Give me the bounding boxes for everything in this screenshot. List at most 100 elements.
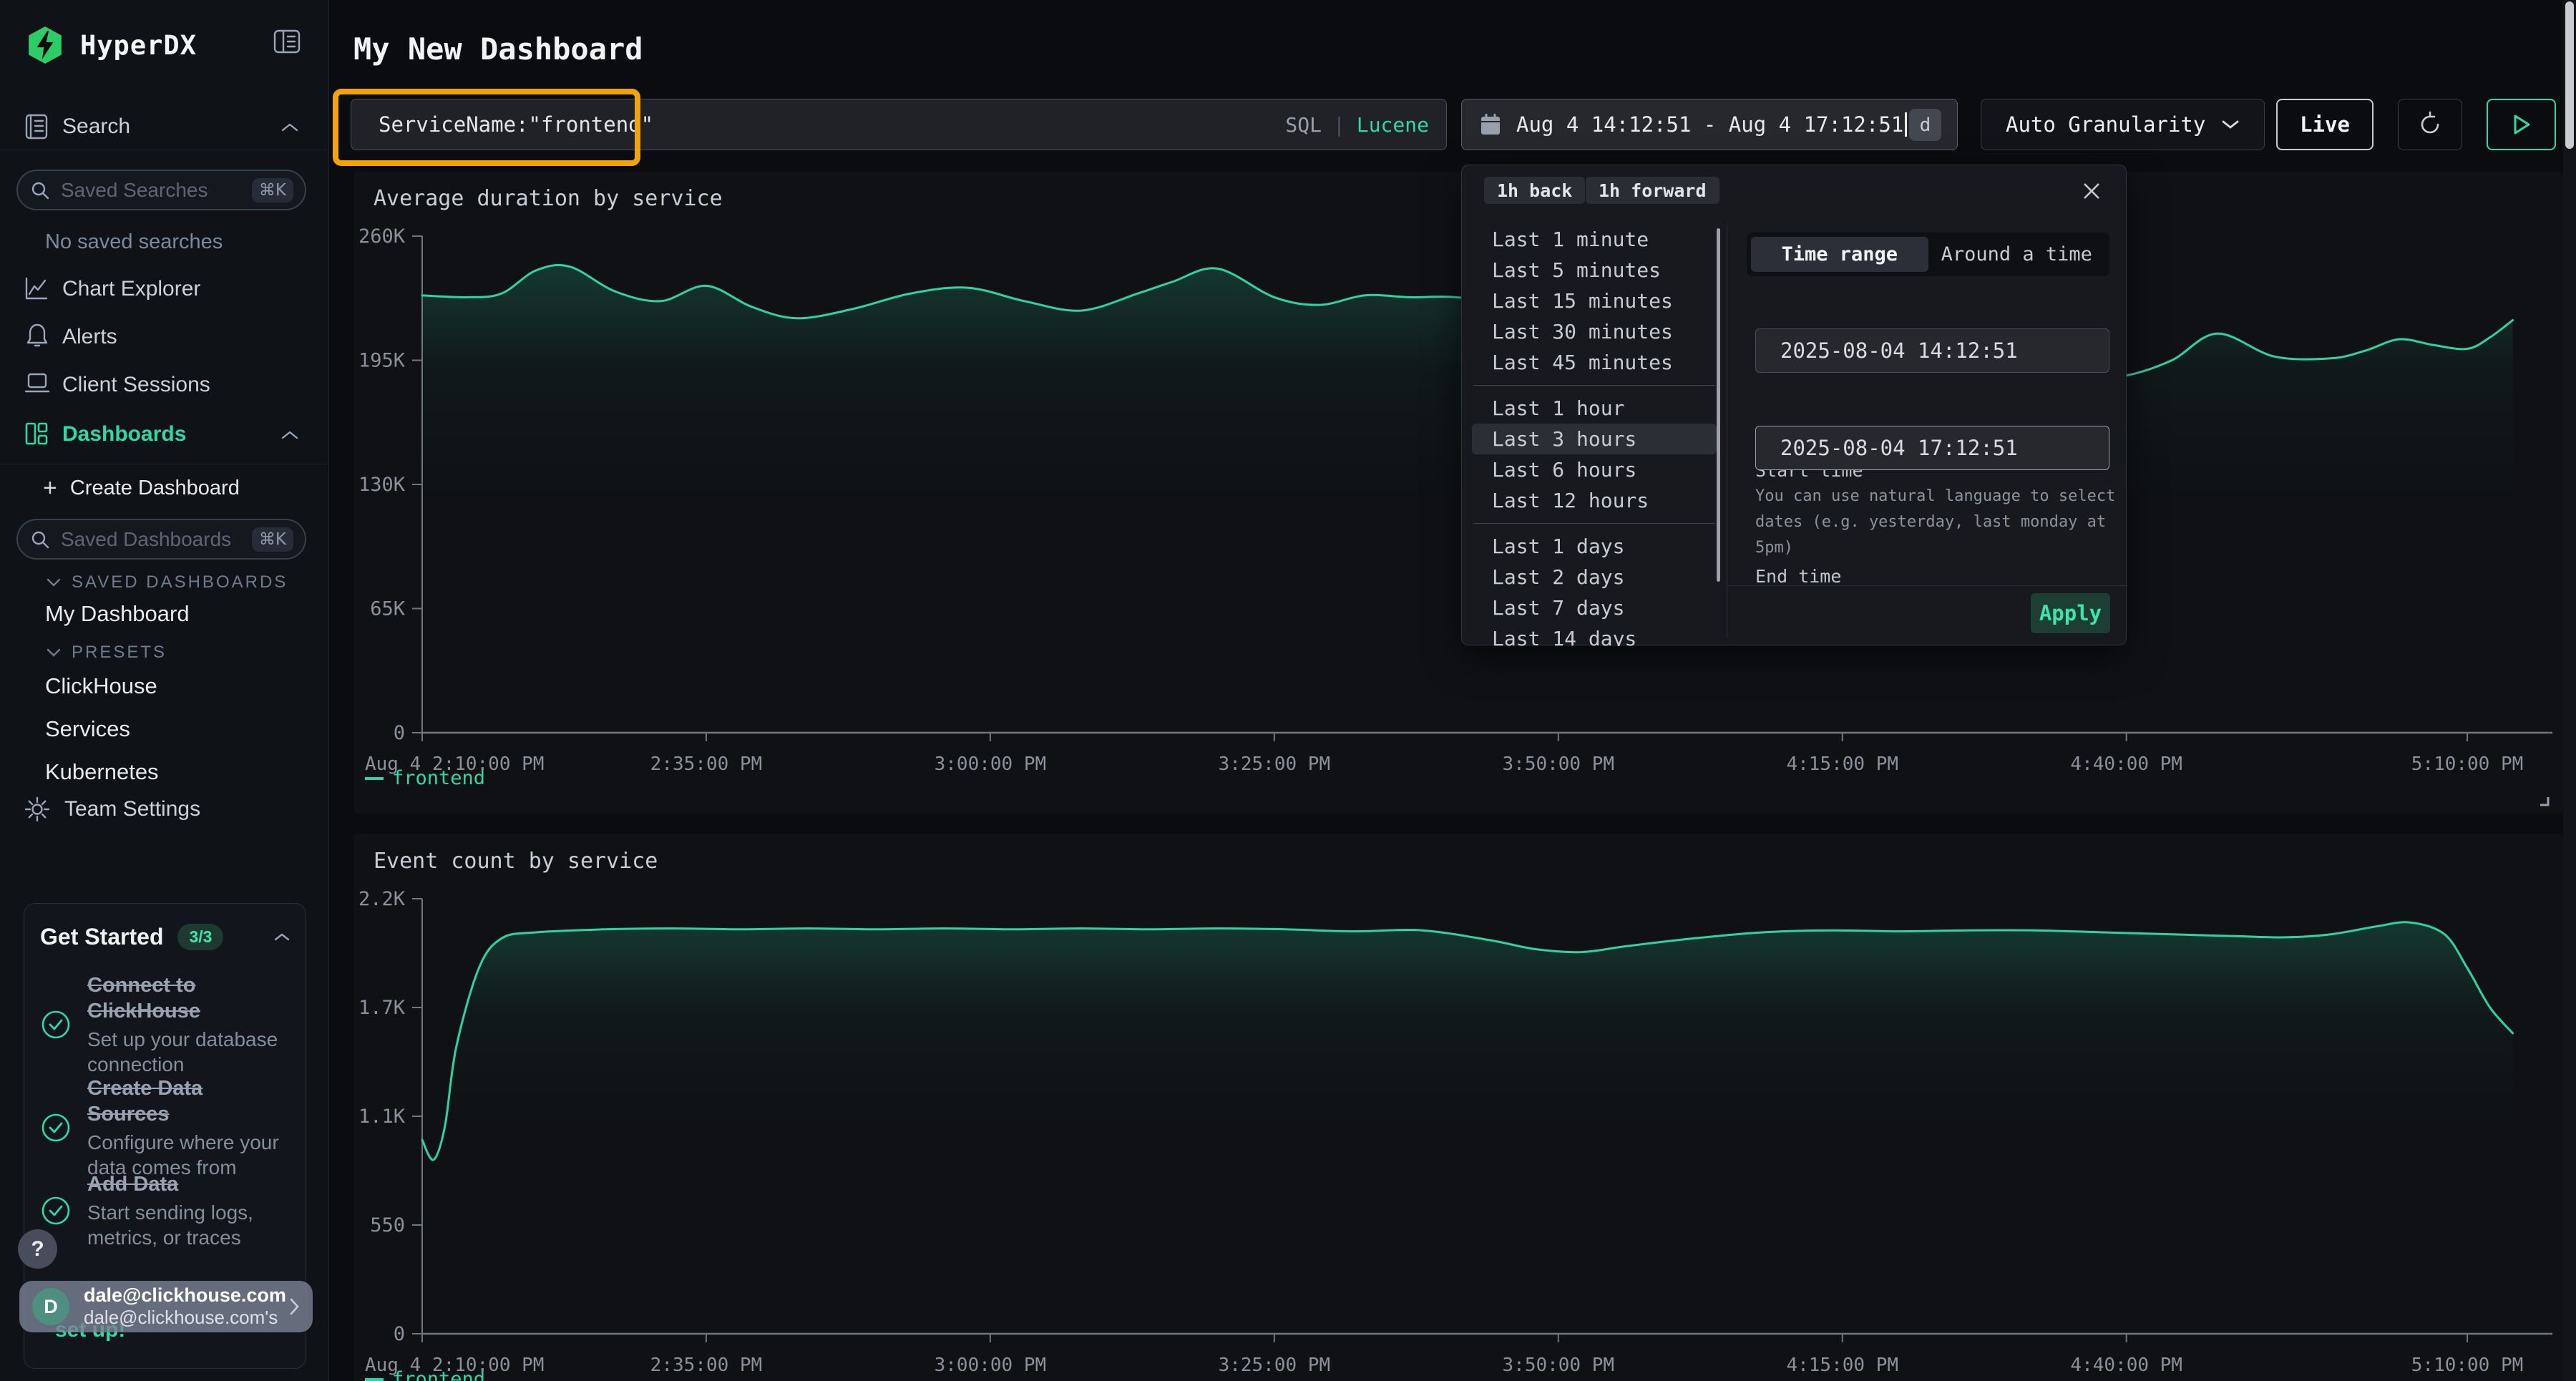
time-range-option[interactable]: Last 6 hours xyxy=(1472,454,1717,485)
saved-dashboards-input[interactable] xyxy=(61,528,252,551)
list-scrollbar-thumb[interactable] xyxy=(1717,228,1720,582)
chart-panel-events: Event count by service 2.2K1.7K1.1K5500A… xyxy=(353,834,2563,1381)
apply-button[interactable]: Apply xyxy=(2031,593,2110,633)
svg-text:5:10:00 PM: 5:10:00 PM xyxy=(2411,753,2524,775)
get-started-task[interactable]: Create Data SourcesConfigure where your … xyxy=(40,1075,291,1180)
legend-swatch xyxy=(365,777,384,780)
sidebar-item-label: Chart Explorer xyxy=(62,277,200,301)
panel-resize-handle[interactable] xyxy=(2536,793,2550,807)
no-saved-searches-note: No saved searches xyxy=(45,230,223,254)
task-check-icon xyxy=(40,1009,72,1040)
task-desc: Start sending logs, metrics, or traces xyxy=(87,1200,289,1250)
preset-dashboard-item[interactable]: Kubernetes xyxy=(45,757,159,787)
time-range-value: Aug 4 14:12:51 - Aug 4 17:12:51 xyxy=(1516,112,1903,137)
divider xyxy=(1473,385,1715,386)
svg-text:260K: 260K xyxy=(358,225,406,248)
start-time-input[interactable] xyxy=(1755,328,2109,373)
svg-text:65K: 65K xyxy=(370,598,406,620)
chart-legend[interactable]: frontend xyxy=(365,767,485,789)
chart-panel-duration: Average duration by service 260K195K130K… xyxy=(353,172,2563,814)
live-button[interactable]: Live xyxy=(2276,99,2373,150)
saved-dashboard-item[interactable]: My Dashboard xyxy=(45,601,190,627)
saved-searches-input[interactable] xyxy=(61,179,252,202)
time-range-option[interactable]: Last 7 days xyxy=(1472,592,1717,623)
svg-text:2:35:00 PM: 2:35:00 PM xyxy=(650,1355,763,1376)
get-started-task[interactable]: Add Data Start sending logs, metrics, or … xyxy=(40,1171,291,1250)
plus-icon: + xyxy=(43,476,57,500)
svg-text:130K: 130K xyxy=(358,474,406,496)
tab-around-a-time[interactable]: Around a time xyxy=(1928,237,2106,272)
section-presets[interactable]: PRESETS xyxy=(46,643,167,663)
query-input[interactable] xyxy=(351,112,1285,137)
time-range-option[interactable]: Last 14 days xyxy=(1472,623,1717,646)
app-title: HyperDX xyxy=(80,30,197,61)
svg-text:0: 0 xyxy=(394,722,405,744)
time-range-option[interactable]: Last 3 hours xyxy=(1472,424,1717,454)
presets-list: ClickHouse Services Kubernetes xyxy=(45,671,159,787)
time-range-option[interactable]: Last 1 days xyxy=(1472,531,1717,562)
svg-text:1.7K: 1.7K xyxy=(358,997,406,1019)
task-check-icon xyxy=(40,1195,72,1226)
time-range-input[interactable]: Aug 4 14:12:51 - Aug 4 17:12:51 d xyxy=(1461,99,1958,150)
sql-toggle[interactable]: SQL xyxy=(1285,113,1322,137)
sidebar-collapse-icon[interactable] xyxy=(273,29,301,54)
section-saved-dashboards[interactable]: SAVED DASHBOARDS xyxy=(46,572,288,592)
chevron-down-icon xyxy=(46,577,62,587)
events-chart-canvas[interactable]: 2.2K1.7K1.1K5500Aug 4 2:10:00 PM2:35:00 … xyxy=(353,834,2563,1381)
chart-legend[interactable]: frontend xyxy=(365,1368,485,1381)
search-journal-icon xyxy=(24,113,49,140)
sidebar-item-label: Search xyxy=(62,114,130,139)
end-time-input[interactable] xyxy=(1755,426,2109,470)
text-caret xyxy=(1905,112,1907,137)
query-bar: SQL | Lucene xyxy=(351,99,1447,150)
shift-back-button[interactable]: 1h back xyxy=(1484,177,1585,204)
preset-dashboard-item[interactable]: Services xyxy=(45,714,159,744)
user-email: dale@clickhouse.com xyxy=(84,1284,286,1307)
saved-dashboards-search[interactable]: ⌘K xyxy=(16,519,306,560)
svg-text:4:40:00 PM: 4:40:00 PM xyxy=(2070,1355,2182,1376)
page-scrollbar-thumb[interactable] xyxy=(2565,1,2574,149)
get-started-task[interactable]: Connect to ClickHouseSet up your databas… xyxy=(40,972,291,1077)
lucene-toggle[interactable]: Lucene xyxy=(1357,113,1429,137)
saved-dashboards-list: My Dashboard xyxy=(45,601,190,627)
granularity-select[interactable]: Auto Granularity xyxy=(1981,99,2265,150)
time-range-list: Last 1 minuteLast 5 minutesLast 15 minut… xyxy=(1472,224,1717,646)
hyperdx-app: HyperDX Search xyxy=(0,0,2576,1381)
close-icon[interactable] xyxy=(2080,180,2103,202)
sidebar-item-label: Team Settings xyxy=(64,797,200,821)
refresh-button[interactable] xyxy=(2398,99,2462,150)
time-range-option[interactable]: Last 5 minutes xyxy=(1472,255,1717,286)
sidebar-item-alerts[interactable]: Alerts xyxy=(0,316,329,358)
shift-forward-button[interactable]: 1h forward xyxy=(1586,177,1719,204)
time-range-option[interactable]: Last 30 minutes xyxy=(1472,316,1717,347)
duration-chart-canvas[interactable]: 260K195K130K65K0Aug 4 2:10:00 PM2:35:00 … xyxy=(353,172,2563,814)
help-button[interactable]: ? xyxy=(18,1229,57,1269)
sidebar-item-client-sessions[interactable]: Client Sessions xyxy=(0,364,329,406)
time-range-option[interactable]: Last 12 hours xyxy=(1472,485,1717,516)
sidebar-item-search[interactable]: Search xyxy=(0,104,329,149)
time-range-option[interactable]: Last 45 minutes xyxy=(1472,347,1717,378)
sidebar: HyperDX Search xyxy=(0,0,329,1381)
user-menu[interactable]: D dale@clickhouse.com dale@clickhouse.co… xyxy=(19,1281,313,1332)
time-range-option[interactable]: Last 1 hour xyxy=(1472,393,1717,424)
language-separator: | xyxy=(1333,113,1345,137)
hint-line: dates (e.g. yesterday, last monday at xyxy=(1755,513,2106,531)
time-range-option[interactable]: Last 2 days xyxy=(1472,562,1717,592)
svg-text:2:35:00 PM: 2:35:00 PM xyxy=(650,753,763,775)
sidebar-item-team-settings[interactable]: Team Settings xyxy=(0,790,329,830)
play-icon xyxy=(2511,112,2532,137)
time-range-option[interactable]: Last 15 minutes xyxy=(1472,286,1717,316)
saved-searches-search[interactable]: ⌘K xyxy=(16,170,306,210)
sidebar-item-chart-explorer[interactable]: Chart Explorer xyxy=(0,268,329,310)
task-title: Add Data xyxy=(87,1173,178,1196)
preset-dashboard-item[interactable]: ClickHouse xyxy=(45,671,159,701)
chart-explorer-icon xyxy=(24,275,49,301)
sidebar-item-dashboards[interactable]: Dashboards xyxy=(0,414,329,458)
play-button[interactable] xyxy=(2487,99,2556,150)
section-label: PRESETS xyxy=(72,643,167,663)
time-shortcut-badge: d xyxy=(1909,109,1941,141)
time-range-option[interactable]: Last 1 minute xyxy=(1472,224,1717,255)
tab-time-range[interactable]: Time range xyxy=(1751,237,1928,272)
get-started-header[interactable]: Get Started 3/3 xyxy=(40,924,291,950)
create-dashboard-button[interactable]: + Create Dashboard xyxy=(43,472,315,504)
